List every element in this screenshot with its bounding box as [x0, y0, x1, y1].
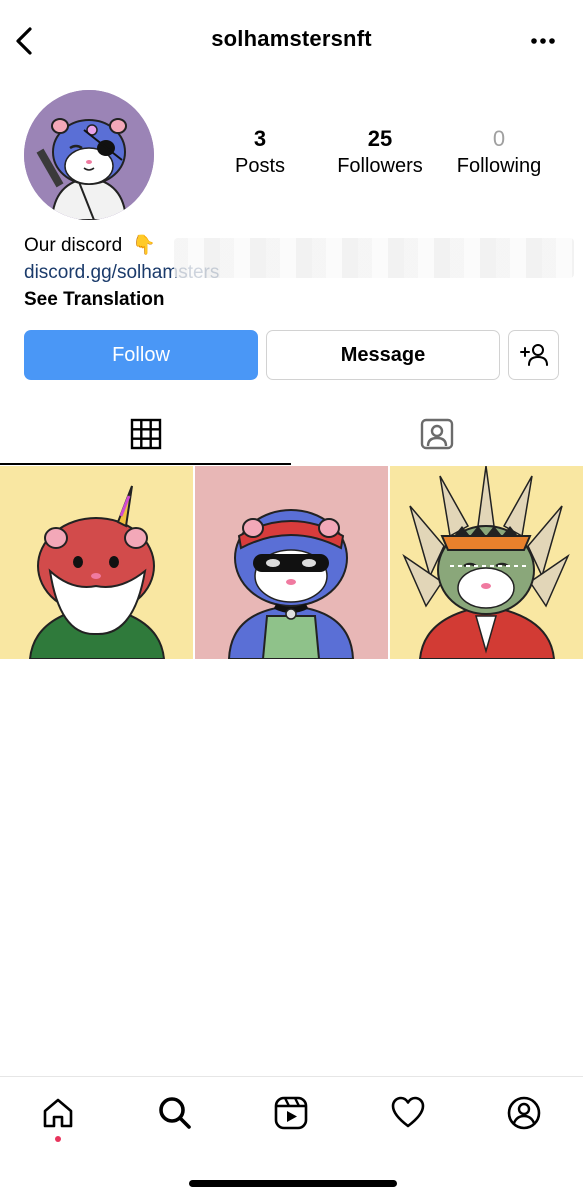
message-button[interactable]: Message	[266, 330, 500, 380]
posts-count-value: 3	[253, 126, 267, 151]
hamster-headdress-image	[390, 466, 583, 659]
pointing-down-emoji: 👇	[132, 235, 156, 256]
nav-reels[interactable]	[261, 1093, 321, 1133]
following-count-value: 0	[492, 126, 506, 151]
see-translation-link[interactable]: See Translation	[24, 286, 564, 313]
follow-button[interactable]: Follow	[24, 330, 258, 380]
posts-grid	[0, 466, 583, 660]
post-thumbnail[interactable]	[0, 466, 193, 659]
tab-posts-grid[interactable]	[0, 404, 291, 465]
following-count-label: Following	[456, 155, 542, 177]
home-icon	[43, 1098, 73, 1128]
posts-count-label: Posts	[234, 155, 286, 177]
hamster-unicorn-image	[0, 466, 193, 659]
profile-username: solhamstersnft	[211, 26, 372, 51]
profile-actions: Follow Message	[24, 330, 560, 382]
profile-avatar[interactable]	[24, 90, 154, 220]
following-count[interactable]: 0 Following	[439, 126, 559, 179]
followers-count-value: 25	[367, 126, 393, 151]
heart-icon	[391, 1096, 425, 1128]
posts-count[interactable]: 3 Posts	[200, 126, 320, 179]
grid-icon	[130, 418, 161, 449]
post-thumbnail[interactable]	[390, 466, 583, 659]
followers-count-label: Followers	[337, 155, 423, 177]
profile-tabs	[0, 404, 583, 466]
nav-profile[interactable]	[494, 1093, 554, 1133]
nav-activity[interactable]	[378, 1093, 438, 1133]
nav-search[interactable]	[145, 1093, 205, 1133]
more-options-button[interactable]	[525, 30, 561, 52]
bio-text: Our discord	[24, 235, 123, 256]
profile-header: solhamstersnft	[0, 0, 583, 82]
reels-icon	[274, 1096, 308, 1130]
more-horizontal-icon	[531, 38, 555, 44]
hamster-avatar-illustration	[24, 90, 154, 220]
followers-count[interactable]: 25 Followers	[320, 126, 440, 179]
add-person-icon	[519, 344, 548, 366]
notification-dot	[55, 1136, 61, 1142]
tagged-person-icon	[420, 418, 453, 450]
search-icon	[159, 1097, 191, 1129]
post-thumbnail[interactable]	[195, 466, 388, 659]
tab-tagged[interactable]	[291, 404, 582, 464]
blurred-bio-text	[174, 238, 574, 278]
suggested-accounts-button[interactable]	[508, 330, 559, 380]
profile-bio: Our discord 👇 discord.gg/solhamsters See…	[24, 232, 574, 313]
profile-icon	[507, 1096, 541, 1130]
profile-stats: 3 Posts 25 Followers 0 Following	[200, 126, 570, 186]
hamster-bandit-image	[195, 466, 388, 659]
home-indicator[interactable]	[189, 1180, 397, 1187]
nav-home[interactable]	[28, 1093, 88, 1133]
